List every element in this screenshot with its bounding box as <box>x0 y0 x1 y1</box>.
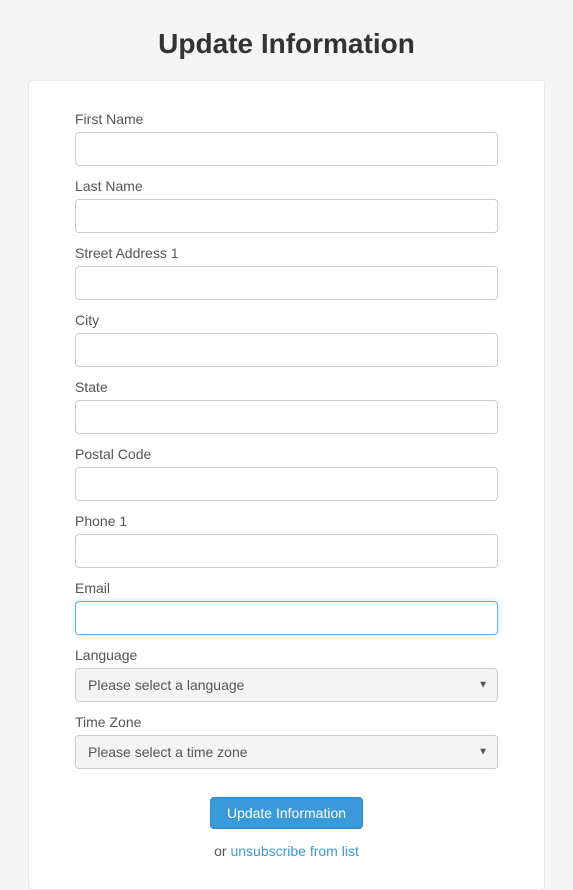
last-name-label: Last Name <box>75 178 498 194</box>
phone1-input[interactable] <box>75 534 498 568</box>
last-name-input[interactable] <box>75 199 498 233</box>
unsubscribe-link[interactable]: unsubscribe from list <box>230 843 358 859</box>
state-label: State <box>75 379 498 395</box>
street1-label: Street Address 1 <box>75 245 498 261</box>
or-text: or <box>214 843 230 859</box>
city-label: City <box>75 312 498 328</box>
language-select[interactable]: Please select a language <box>75 668 498 702</box>
language-label: Language <box>75 647 498 663</box>
street1-input[interactable] <box>75 266 498 300</box>
phone1-label: Phone 1 <box>75 513 498 529</box>
state-input[interactable] <box>75 400 498 434</box>
email-label: Email <box>75 580 498 596</box>
first-name-label: First Name <box>75 111 498 127</box>
postal-input[interactable] <box>75 467 498 501</box>
form-actions: Update Information or unsubscribe from l… <box>75 797 498 859</box>
timezone-select[interactable]: Please select a time zone <box>75 735 498 769</box>
page-title: Update Information <box>0 0 573 80</box>
submit-button[interactable]: Update Information <box>210 797 363 829</box>
first-name-input[interactable] <box>75 132 498 166</box>
form-card: First Name Last Name Street Address 1 Ci… <box>28 80 545 890</box>
postal-label: Postal Code <box>75 446 498 462</box>
timezone-label: Time Zone <box>75 714 498 730</box>
city-input[interactable] <box>75 333 498 367</box>
email-input[interactable] <box>75 601 498 635</box>
